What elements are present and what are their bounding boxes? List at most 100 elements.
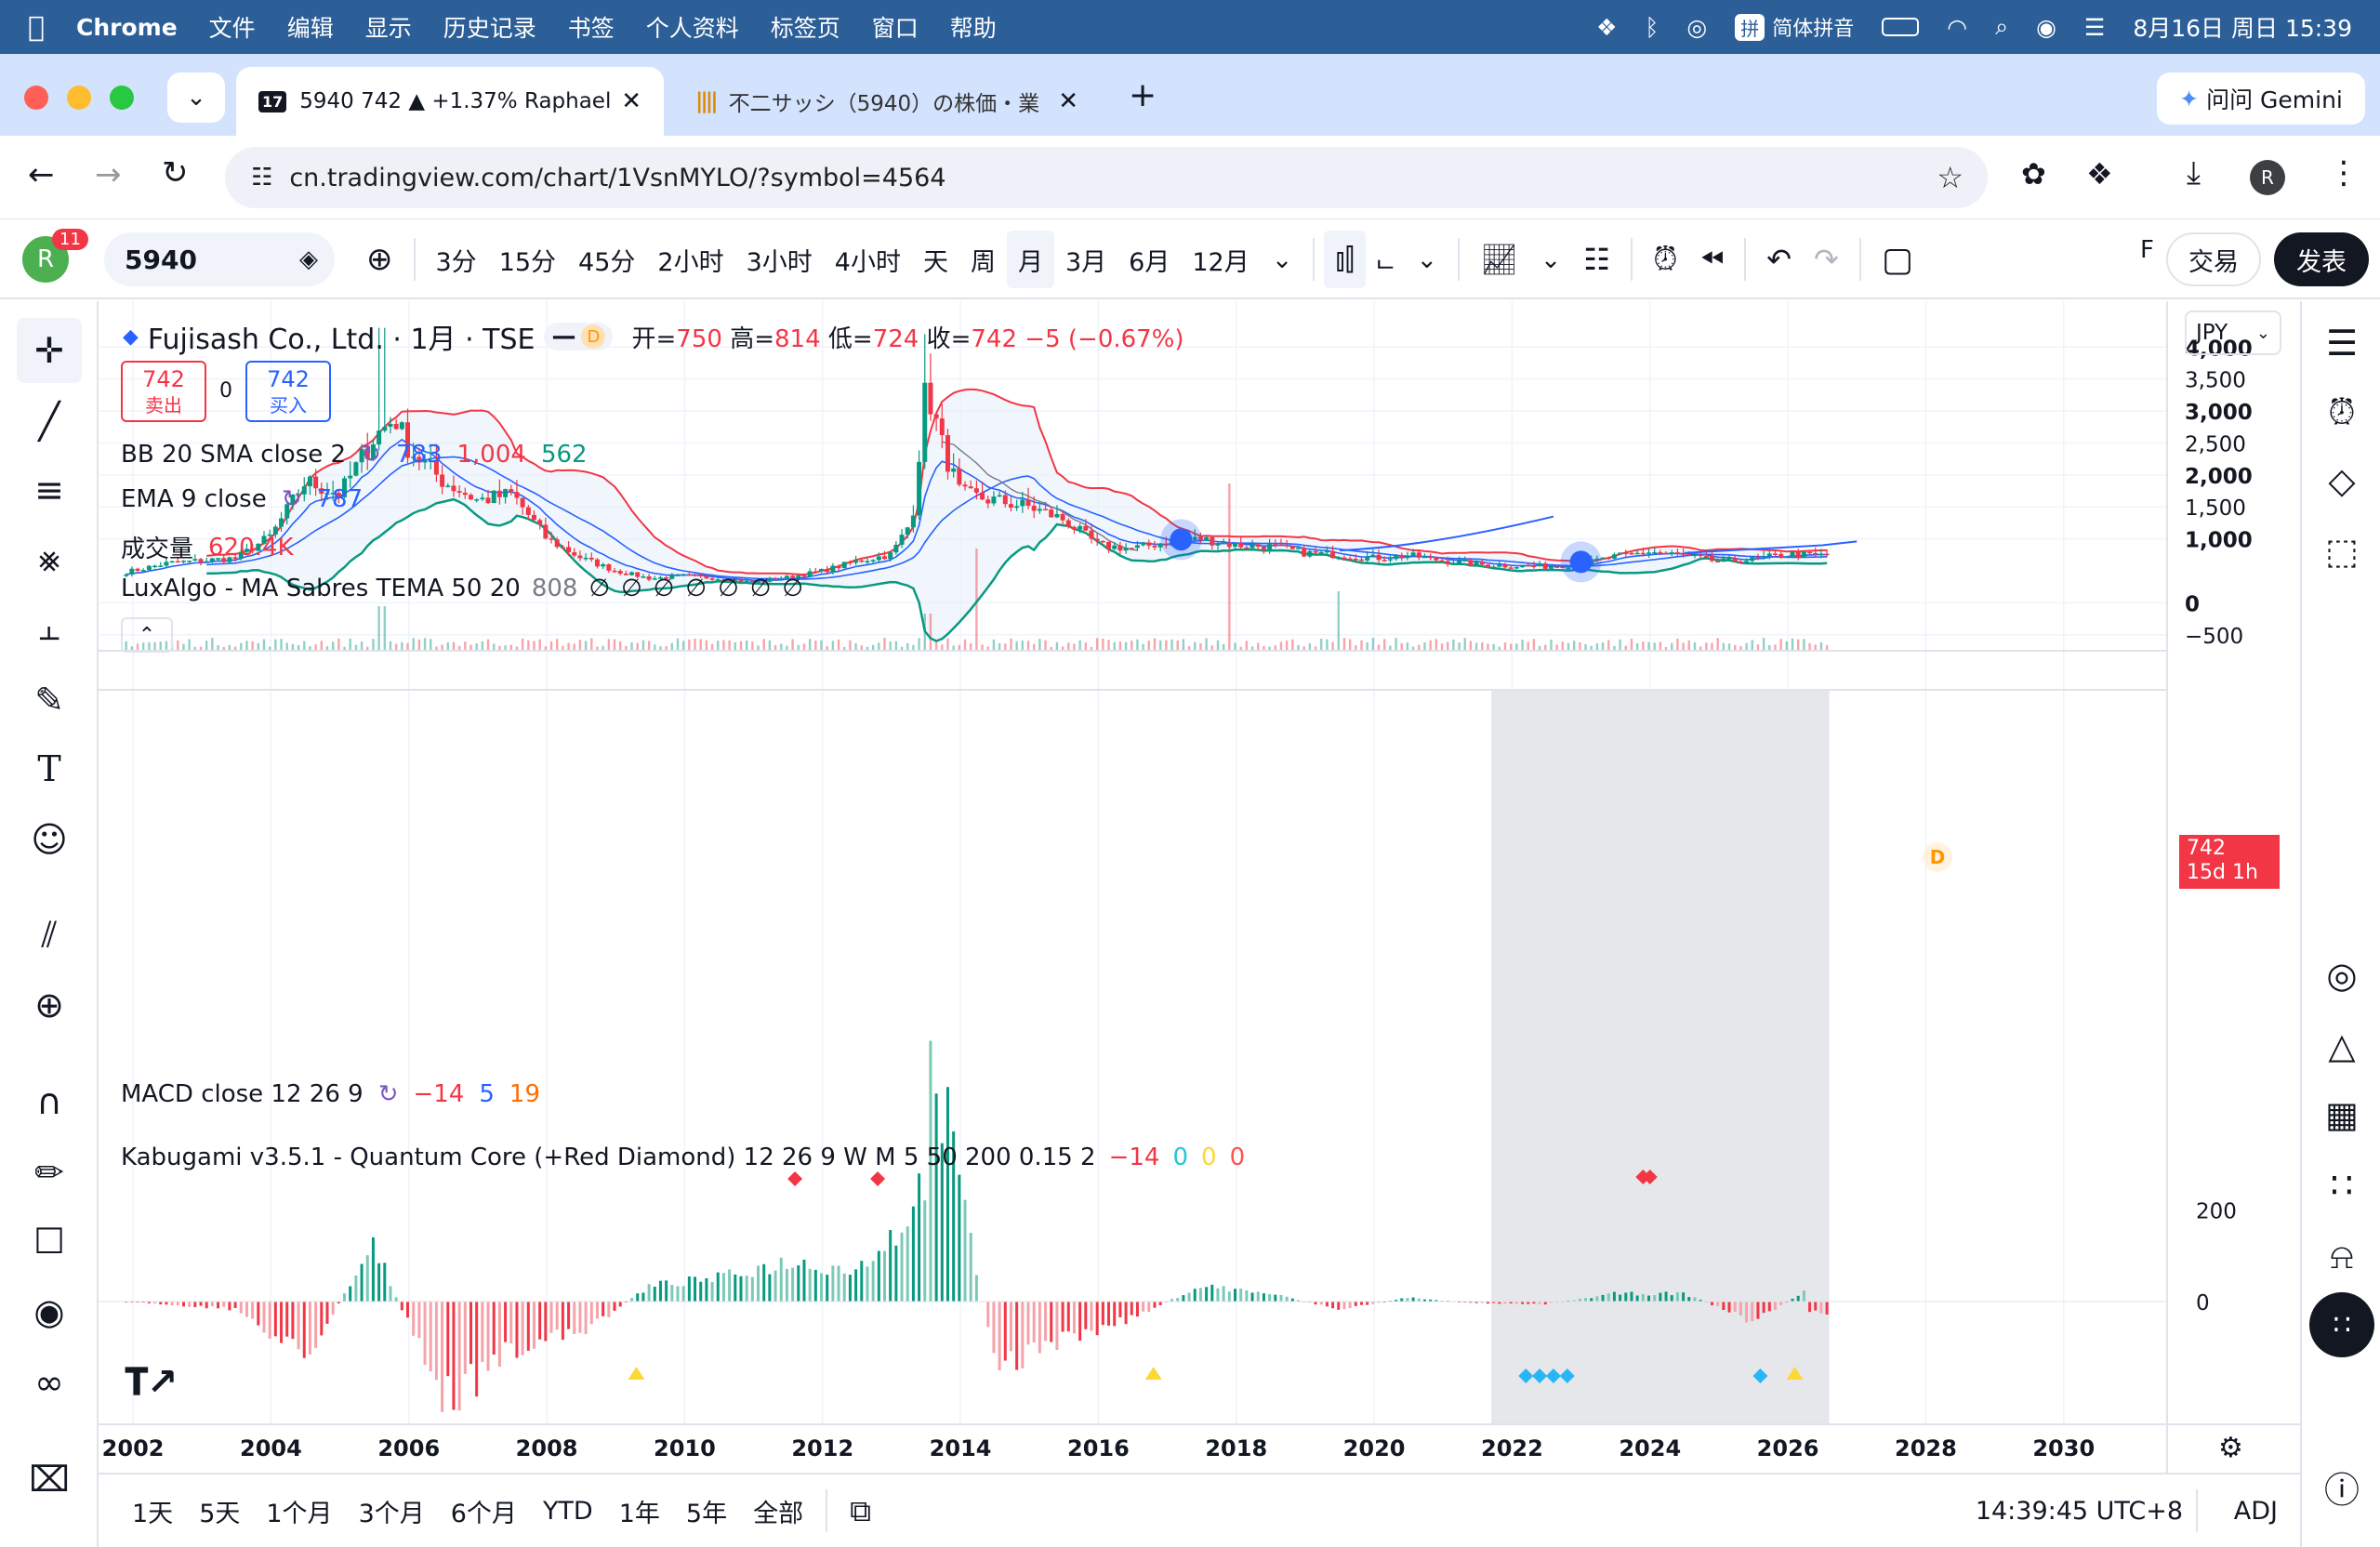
bluetooth-icon[interactable]: ᛒ xyxy=(1645,14,1659,41)
interval-45m[interactable]: 45分 xyxy=(567,231,646,288)
gemini-button[interactable]: ✦ 问问 Gemini xyxy=(2157,73,2365,125)
browser-tab-kabutan[interactable]: |||| 不二サッシ（5940）の株価・業 ✕ xyxy=(673,67,1101,136)
control-center-icon[interactable]: ☰ xyxy=(2084,14,2105,41)
candles-chart-type-icon[interactable]: ⫾⫿ xyxy=(1324,231,1366,288)
indicator-legend-luxalgo[interactable]: LuxAlgo - MA Sabres TEMA 50 20 808 ∅ ∅ ∅… xyxy=(121,575,803,602)
diamond-icon[interactable]: ◈ xyxy=(299,245,318,273)
trendline-icon[interactable]: ╱ xyxy=(17,389,82,454)
compare-add-icon[interactable]: ⊕ xyxy=(355,231,404,288)
input-method[interactable]: 拼 简体拼音 xyxy=(1735,12,1854,42)
range-1d[interactable]: 1天 xyxy=(119,1493,186,1529)
browser-tab-tradingview[interactable]: 17 5940 742 ▲ +1.37% Raphael ✕ xyxy=(236,67,664,136)
eye-icon[interactable]: ◉ xyxy=(17,1279,82,1344)
news-feed-icon[interactable]: ∷ xyxy=(2309,1153,2374,1218)
data-status-pill[interactable]: — D xyxy=(544,323,614,350)
crosshair-icon[interactable]: ✛ xyxy=(17,318,82,383)
profile-avatar[interactable]: R xyxy=(2250,160,2285,195)
chart-canvas[interactable]: 4,0003,5003,0002,5002,0001,5001,0000−500… xyxy=(99,301,2300,1473)
tab-search-button[interactable]: ⌄ xyxy=(167,73,225,123)
redo-icon[interactable]: ↷ xyxy=(1803,231,1850,288)
site-info-icon[interactable]: ☷ xyxy=(251,164,272,192)
menu-item-profile[interactable]: 个人资料 xyxy=(646,10,739,44)
trade-button[interactable]: 交易 xyxy=(2166,232,2261,286)
indicator-legend-macd[interactable]: MACD close 12 26 9 ↻ −14 5 19 xyxy=(121,1080,540,1108)
interval-1mo-active[interactable]: 月 xyxy=(1006,231,1054,288)
tradingview-logo[interactable]: 𝐓↗ xyxy=(125,1361,178,1404)
buy-button[interactable]: 742 买入 xyxy=(245,361,331,422)
notifications-bell-icon[interactable]: ⍾ xyxy=(2309,1223,2374,1289)
close-tab-icon[interactable]: ✕ xyxy=(1058,87,1078,115)
replay-icon[interactable]: ⏪︎ xyxy=(1689,231,1736,288)
chat-icon[interactable]: ⬚ xyxy=(2309,519,2374,584)
truncated-button-label[interactable]: F xyxy=(2140,236,2154,264)
ruler-icon[interactable]: ⫽ xyxy=(17,902,82,967)
siri-icon[interactable]: ◉ xyxy=(2036,14,2056,41)
interval-6mo[interactable]: 6月 xyxy=(1117,231,1181,288)
window-minimize-button[interactable] xyxy=(67,86,91,110)
chrome-menu-icon[interactable]: ⋮ xyxy=(2328,154,2360,192)
menu-item-history[interactable]: 历史记录 xyxy=(443,10,536,44)
indicator-legend-bb[interactable]: BB 20 SMA close 2 ↻ 783 1,004 562 xyxy=(121,441,588,469)
bookmark-star-icon[interactable]: ☆ xyxy=(1937,160,1964,195)
range-1m[interactable]: 1个月 xyxy=(253,1493,345,1529)
forward-icon[interactable]: → xyxy=(95,156,122,193)
alerts-clock-icon[interactable]: ⏰︎ xyxy=(2309,379,2374,444)
url-field[interactable]: cn.tradingview.com/chart/1VsnMYLO/?symbo… xyxy=(289,164,945,192)
trash-icon[interactable]: ⌧ xyxy=(17,1447,82,1512)
watchlist-icon[interactable]: ☰ xyxy=(2309,311,2374,376)
help-icon[interactable]: ⓘ xyxy=(2309,1454,2374,1519)
interval-15m[interactable]: 15分 xyxy=(488,231,567,288)
currency-selector[interactable]: JPY ⌄ xyxy=(2185,311,2281,355)
menu-item-tabs[interactable]: 标签页 xyxy=(771,10,840,44)
indicator-legend-ema[interactable]: EMA 9 close ↻ 787 xyxy=(121,485,363,513)
symbol-search[interactable]: 5940 ◈ xyxy=(104,232,335,286)
menu-item-window[interactable]: 窗口 xyxy=(872,10,919,44)
interval-2h[interactable]: 2小时 xyxy=(646,231,734,288)
symbol-input[interactable]: 5940 xyxy=(125,245,299,275)
interval-dropdown-chevron-icon[interactable]: ⌄ xyxy=(1261,231,1304,288)
indicators-line-icon[interactable]: ⨽ xyxy=(1366,231,1406,288)
window-close-button[interactable] xyxy=(24,86,48,110)
menubar-datetime[interactable]: 8月16日 周日 15:39 xyxy=(2133,10,2352,44)
pattern-icon[interactable]: ⨳ xyxy=(17,526,82,591)
indicator-legend-volume[interactable]: 成交量 620.4K xyxy=(121,530,294,564)
window-zoom-button[interactable] xyxy=(110,86,134,110)
range-1y[interactable]: 1年 xyxy=(606,1493,673,1529)
wifi-icon[interactable]: ◠ xyxy=(1947,14,1967,41)
apple-icon[interactable]:  xyxy=(28,11,45,44)
undo-icon[interactable]: ↶ xyxy=(1755,231,1803,288)
fullscreen-box-icon[interactable]: ▢ xyxy=(1871,231,1924,288)
collapse-legend-button[interactable]: ⌃ xyxy=(121,617,173,653)
range-ytd[interactable]: YTD xyxy=(530,1497,606,1526)
calendar-icon[interactable]: ▦ xyxy=(2309,1082,2374,1147)
range-5d[interactable]: 5天 xyxy=(186,1493,253,1529)
range-5y[interactable]: 5年 xyxy=(673,1493,740,1529)
layout-grid-icon[interactable]: ☷ xyxy=(1572,231,1621,288)
close-tab-icon[interactable]: ✕ xyxy=(621,87,641,115)
menu-item-view[interactable]: 显示 xyxy=(365,10,412,44)
forecasting-icon[interactable]: ⫠ xyxy=(17,595,82,660)
dividend-marker[interactable]: D xyxy=(1923,842,1952,872)
back-icon[interactable]: ← xyxy=(28,156,55,193)
menu-item-file[interactable]: 文件 xyxy=(209,10,256,44)
interval-3h[interactable]: 3小时 xyxy=(735,231,824,288)
magnet-icon[interactable]: ∩ xyxy=(17,1069,82,1134)
zoom-in-icon[interactable]: ⊕ xyxy=(17,972,82,1038)
reload-icon[interactable]: ↻ xyxy=(162,154,189,192)
emoji-icon[interactable]: ☺ xyxy=(17,807,82,872)
interval-3m[interactable]: 3分 xyxy=(425,231,488,288)
alert-add-icon[interactable]: ⏰︎ xyxy=(1642,231,1689,288)
battery-icon[interactable] xyxy=(1882,18,1920,36)
interval-4h[interactable]: 4小时 xyxy=(824,231,912,288)
menu-app-name[interactable]: Chrome xyxy=(76,14,178,41)
symbol-title[interactable]: Fujisash Co., Ltd. · 1月 · TSE xyxy=(148,316,536,357)
ideas-icon[interactable]: △ xyxy=(2309,1013,2374,1078)
omnibox[interactable]: ☷ cn.tradingview.com/chart/1VsnMYLO/?sym… xyxy=(225,147,1988,208)
chart-type-dropdown-chevron-icon[interactable]: ⌄ xyxy=(1406,231,1449,288)
indicators-dropdown-chevron-icon[interactable]: ⌄ xyxy=(1529,231,1573,288)
interval-3mo[interactable]: 3月 xyxy=(1054,231,1117,288)
lock-icon[interactable]: ☐ xyxy=(17,1209,82,1274)
adj-toggle[interactable]: ADJ xyxy=(2234,1497,2278,1526)
spotlight-search-icon[interactable]: ⌕ xyxy=(1995,13,2008,41)
menu-item-bookmarks[interactable]: 书签 xyxy=(568,10,615,44)
